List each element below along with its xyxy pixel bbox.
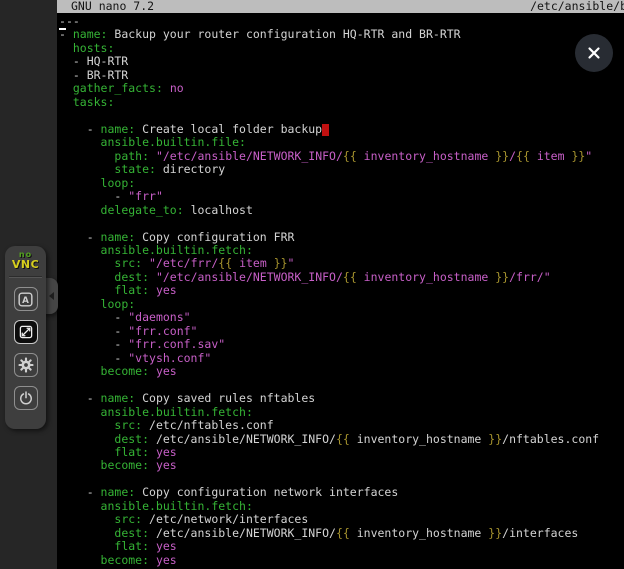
code-line: become: yes — [59, 554, 624, 567]
code-line — [59, 217, 624, 230]
code-line: --- — [59, 15, 624, 28]
panel-divider — [9, 276, 42, 278]
gear-icon — [17, 356, 35, 374]
collapse-arrow-icon — [49, 292, 54, 300]
keyboard-a-icon: A — [16, 290, 35, 309]
code-line: hosts: — [59, 42, 624, 55]
code-area[interactable]: ---- name: Backup your router configurat… — [57, 13, 624, 567]
vnc-control-bar: no VNC A — [5, 246, 46, 429]
power-icon — [17, 389, 35, 407]
code-line: ansible.builtin.fetch: — [59, 406, 624, 419]
code-line: ansible.builtin.file: — [59, 136, 624, 149]
novnc-viewer: GNU nano 7.2 /etc/ansible/b ---- name: B… — [0, 0, 624, 569]
code-line — [59, 109, 624, 122]
code-line: path: "/etc/ansible/NETWORK_INFO/{{ inve… — [59, 150, 624, 163]
code-line: - name: Backup your router configuration… — [59, 28, 624, 41]
fullscreen-button[interactable] — [14, 320, 38, 344]
code-line: - "frr.conf.sav" — [59, 338, 624, 351]
code-line: gather_facts: no — [59, 82, 624, 95]
code-line: - BR-RTR — [59, 69, 624, 82]
code-line: src: /etc/network/interfaces — [59, 513, 624, 526]
terminal-screen[interactable]: GNU nano 7.2 /etc/ansible/b ---- name: B… — [57, 0, 624, 569]
code-line: ansible.builtin.fetch: — [59, 244, 624, 257]
code-line: loop: — [59, 177, 624, 190]
close-icon — [586, 45, 602, 61]
code-line: flat: yes — [59, 540, 624, 553]
code-line: src: "/etc/frr/{{ item }}" — [59, 257, 624, 270]
code-line: flat: yes — [59, 284, 624, 297]
code-line: delegate_to: localhost — [59, 204, 624, 217]
code-line: - name: Create local folder backup — [59, 123, 624, 136]
code-line: dest: /etc/ansible/NETWORK_INFO/{{ inven… — [59, 433, 624, 446]
power-button[interactable] — [14, 386, 38, 410]
close-button[interactable] — [575, 34, 613, 72]
code-line: ansible.builtin.fetch: — [59, 500, 624, 513]
code-line: - "vtysh.conf" — [59, 352, 624, 365]
code-line: - "frr.conf" — [59, 325, 624, 338]
code-line: tasks: — [59, 96, 624, 109]
code-line: loop: — [59, 298, 624, 311]
settings-button[interactable] — [14, 353, 38, 377]
code-line: - HQ-RTR — [59, 55, 624, 68]
novnc-logo-bottom: VNC — [5, 259, 46, 270]
code-line: - "daemons" — [59, 311, 624, 324]
svg-text:A: A — [22, 295, 29, 305]
code-line: dest: "/etc/ansible/NETWORK_INFO/{{ inve… — [59, 271, 624, 284]
nano-titlebar: GNU nano 7.2 /etc/ansible/b — [57, 0, 624, 13]
nano-filepath-label: /etc/ansible/b — [530, 0, 624, 13]
code-line — [59, 379, 624, 392]
code-line: dest: /etc/ansible/NETWORK_INFO/{{ inven… — [59, 527, 624, 540]
code-line: - name: Copy saved rules nftables — [59, 392, 624, 405]
novnc-logo: no VNC — [5, 246, 46, 270]
code-line: - name: Copy configuration network inter… — [59, 486, 624, 499]
code-line: src: /etc/nftables.conf — [59, 419, 624, 432]
code-line: state: directory — [59, 163, 624, 176]
code-line: flat: yes — [59, 446, 624, 459]
nano-version-label: GNU nano 7.2 — [71, 0, 154, 13]
code-line: become: yes — [59, 365, 624, 378]
keyboard-button[interactable]: A — [14, 287, 38, 311]
fullscreen-icon — [17, 323, 35, 341]
code-line: - "frr" — [59, 190, 624, 203]
code-line — [59, 473, 624, 486]
code-line: become: yes — [59, 459, 624, 472]
code-line: - name: Copy configuration FRR — [59, 231, 624, 244]
